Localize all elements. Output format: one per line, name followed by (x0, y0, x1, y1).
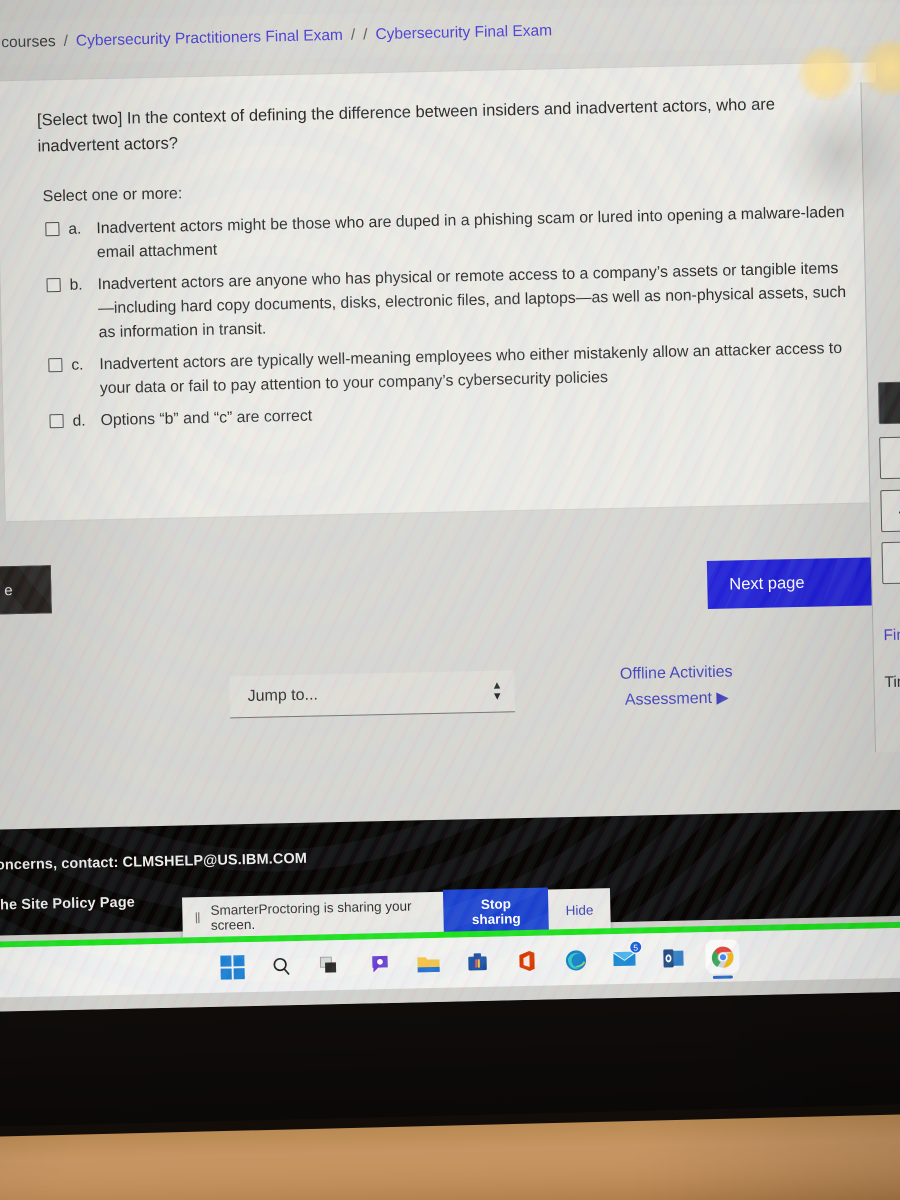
microsoft-store-icon[interactable] (464, 949, 491, 976)
checkbox-icon-b[interactable] (46, 278, 61, 293)
answer-text-c[interactable]: Inadvertent actors are typically well-me… (99, 337, 849, 401)
offline-activities-line2: Assessment ▶ (624, 689, 729, 709)
answer-letter-d: d. (72, 412, 86, 430)
answer-option-a[interactable]: a. Inadvertent actors might be those who… (45, 201, 846, 266)
edge-icon[interactable] (562, 947, 589, 974)
offline-activities-line1: Offline Activities (619, 663, 733, 683)
screen-share-message: SmarterProctoring is sharing your screen… (210, 898, 412, 933)
time-left-label: Tim (884, 673, 900, 692)
checkbox-icon-c[interactable] (48, 357, 63, 373)
question-text: [Select two] In the context of defining … (36, 95, 776, 156)
search-icon[interactable] (268, 953, 295, 980)
photo-of-laptop-screen: courses / Cybersecurity Practitioners Fi… (0, 0, 900, 1200)
windows-taskbar: 5 (0, 926, 900, 998)
checkbox-icon-a[interactable] (45, 222, 60, 237)
answer-letter-c: c. (71, 356, 84, 374)
hide-toast-button[interactable]: Hide (552, 894, 606, 926)
file-explorer-icon[interactable] (415, 950, 442, 977)
dark-tooltip-text: e (4, 581, 13, 599)
stop-sharing-button[interactable]: Stop sharing (443, 887, 550, 936)
pause-icon: ‖ (194, 909, 202, 927)
chrome-icon[interactable] (709, 943, 736, 971)
offline-activities-link[interactable]: Offline Activities Assessment ▶ (571, 658, 782, 714)
dark-tooltip: e (0, 565, 52, 616)
answer-text-d[interactable]: Options “b” and “c” are correct (100, 393, 849, 433)
mail-badge-count: 5 (629, 940, 643, 954)
mail-icon[interactable]: 5 (611, 940, 643, 973)
jump-to-select[interactable]: Jump to... ▲ ▼ (229, 670, 516, 719)
outlook-icon[interactable] (660, 945, 687, 972)
footer-site-policy-line[interactable]: ccess the Site Policy Page (0, 895, 135, 915)
quiz-nav-box-3[interactable]: 4 (880, 489, 900, 533)
screen-content: courses / Cybersecurity Practitioners Fi… (0, 0, 900, 1012)
footer-contact-email[interactable]: CLMSHELP@US.IBM.COM (122, 851, 307, 871)
windows-start-icon[interactable] (219, 954, 246, 981)
finish-attempt-link[interactable]: Fin (883, 627, 900, 645)
teams-chat-icon[interactable] (366, 951, 393, 978)
answer-option-b[interactable]: b. Inadvertent actors are anyone who has… (46, 257, 847, 346)
breadcrumb-quiz-link[interactable]: Cybersecurity Final Exam (375, 22, 552, 44)
answer-options-list: a. Inadvertent actors might be those who… (45, 201, 850, 442)
breadcrumb-separator-1: / (63, 32, 69, 50)
breadcrumb-course-link[interactable]: Cybersecurity Practitioners Final Exam (76, 27, 343, 51)
breadcrumb-root[interactable]: courses (1, 33, 56, 52)
select-hint: Select one or more: (42, 185, 183, 206)
quiz-nav-box-4[interactable]: 4 (881, 541, 900, 585)
footer-contact-prefix: lated concerns, contact: (0, 854, 119, 875)
office-icon[interactable] (513, 948, 540, 975)
task-view-icon[interactable] (317, 952, 344, 979)
updown-arrows-icon: ▲ ▼ (491, 678, 503, 703)
question-card: [Select two] In the context of defining … (0, 62, 886, 522)
answer-letter-b: b. (69, 276, 83, 294)
answer-text-b[interactable]: Inadvertent actors are anyone who has ph… (97, 257, 847, 345)
quiz-nav-box-1[interactable] (877, 381, 900, 425)
footer-contact-line: lated concerns, contact: CLMSHELP@US.IBM… (0, 851, 307, 875)
checkbox-icon-d[interactable] (49, 413, 64, 429)
answer-option-c[interactable]: c. Inadvertent actors are typically well… (48, 337, 849, 402)
next-page-button[interactable]: Next page (706, 557, 875, 609)
jump-to-label: Jump to... (247, 685, 319, 705)
answer-letter-a: a. (68, 220, 82, 238)
quiz-nav-box-2[interactable] (879, 436, 900, 480)
answer-text-a[interactable]: Inadvertent actors might be those who ar… (96, 201, 846, 265)
laptop-screen: courses / Cybersecurity Practitioners Fi… (0, 0, 900, 1012)
breadcrumb-separator-2: / (350, 26, 356, 44)
breadcrumb-separator-3: / (362, 26, 368, 44)
